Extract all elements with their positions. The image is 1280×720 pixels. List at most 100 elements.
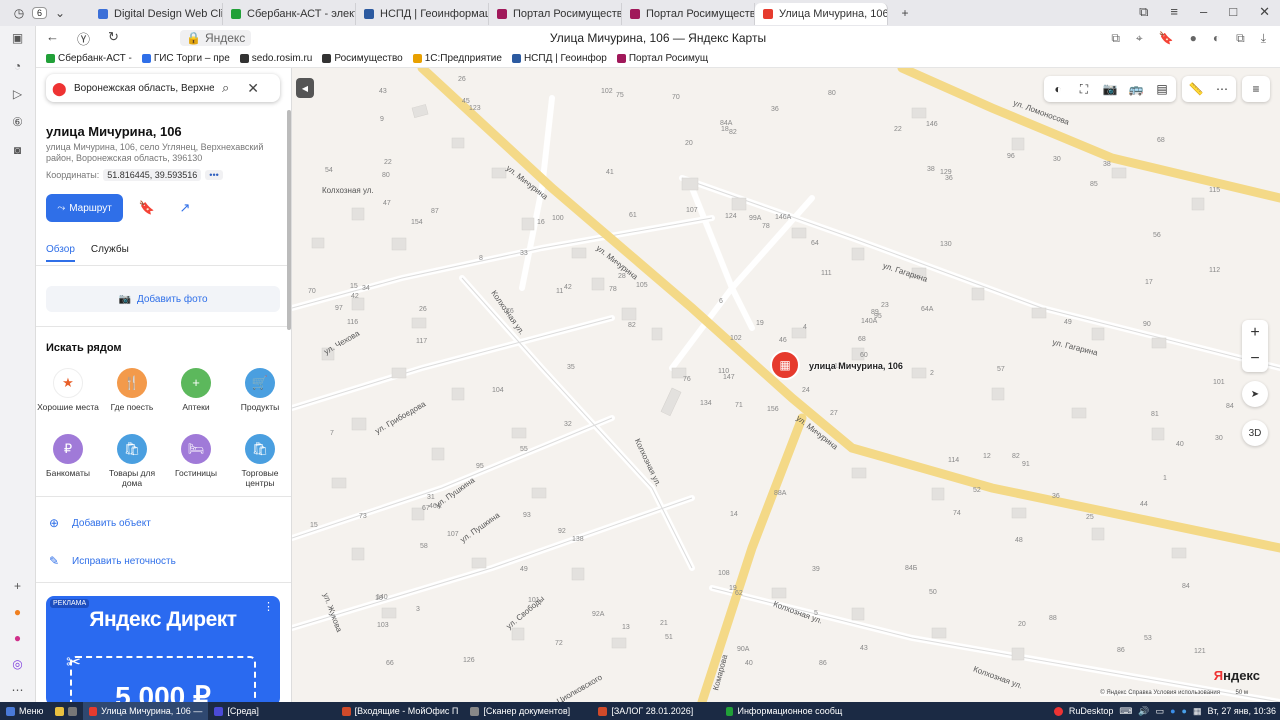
my-location-button[interactable]: ➤ (1242, 381, 1268, 407)
browser-tab[interactable]: Портал Росимущества (489, 3, 622, 25)
hamburger-menu-icon[interactable]: ≡ (1248, 82, 1264, 96)
bookmark-item[interactable]: 1С:Предприятие (412, 53, 502, 64)
bookmark-item[interactable]: Сбербанк-АСТ - (46, 53, 132, 64)
browser-tab[interactable]: НСПД | Геоинформацион (356, 3, 489, 25)
share-icon[interactable]: ⧉ (1236, 31, 1245, 46)
fix-error-link[interactable]: ✎ Исправить неточность (46, 554, 176, 568)
reload-icon[interactable]: ↻ (108, 29, 119, 48)
bookmark-item[interactable]: НСПД | Геоинфор (511, 53, 607, 64)
menu-icon[interactable]: ≡ (1170, 4, 1178, 20)
map-copyright[interactable]: © Яндекс Справка Условия использования (1100, 690, 1220, 696)
nearby-category[interactable]: 🛏 Гостиницы (164, 434, 228, 478)
tab-services[interactable]: Службы (91, 244, 129, 262)
play-icon[interactable]: ▷ (10, 86, 26, 102)
folder-icon[interactable] (55, 706, 65, 716)
zoom-in-button[interactable]: + (1242, 320, 1268, 346)
place-marker[interactable]: ▦ (770, 350, 800, 384)
browser-tab[interactable]: Digital Design Web Client (90, 3, 223, 25)
domain-chip[interactable]: 🔒 Яндекс (180, 30, 252, 46)
close-window-icon[interactable]: ✕ (1259, 4, 1270, 20)
close-icon[interactable]: ✕ (247, 80, 259, 97)
transport-icon[interactable]: 🚌 (1128, 82, 1144, 96)
volume-icon[interactable]: 🔊 (1138, 706, 1149, 717)
share-button[interactable]: ↗ (171, 194, 199, 222)
history-icon[interactable]: ◷ (12, 6, 26, 20)
chevron-down-icon[interactable]: ⌄ (53, 6, 67, 20)
nearby-category[interactable]: 🍴 Где поесть (100, 368, 164, 412)
photo-icon[interactable]: 📷 (1102, 82, 1118, 96)
collapse-panel-button[interactable]: ◀ (296, 78, 314, 98)
messenger-icon[interactable]: ● (10, 630, 26, 646)
yandex-y-icon[interactable]: Ⓨ (77, 29, 90, 48)
profile-icon[interactable]: ◐ (1213, 31, 1220, 46)
search-icon[interactable]: ⌕ (222, 80, 229, 96)
yandex-browser-icon[interactable] (68, 706, 78, 716)
camera-icon[interactable]: ◙ (10, 142, 26, 158)
more-dots-icon[interactable]: ⋯ (1214, 82, 1230, 96)
tab-count-badge[interactable]: 6 (32, 7, 48, 19)
coordinates-value[interactable]: 51.816445, 39.593516 (103, 169, 202, 181)
panorama-icon[interactable]: ⛶ (1076, 82, 1092, 97)
taskbar-window[interactable]: Информационное сообщ (720, 702, 848, 720)
rudesktop-label[interactable]: RuDesktop (1069, 706, 1114, 716)
coordinates-more-button[interactable]: ••• (205, 170, 223, 180)
bookmark-icon[interactable]: 🔖 (1159, 31, 1174, 46)
history-clock-icon[interactable]: ◔ (10, 58, 26, 74)
nearby-category[interactable]: 🛍 Товары для дома (100, 434, 164, 488)
translate-icon[interactable]: ⧉ (1111, 31, 1120, 46)
tab-overview[interactable]: Обзор (46, 244, 75, 262)
browser-tab[interactable]: Сбербанк-АСТ - электрон (223, 3, 356, 25)
bookmark-item[interactable]: Портал Росимущ (616, 53, 708, 64)
browser-tab[interactable]: Улица Мичурина, 106✕ (755, 3, 888, 25)
nearby-category[interactable]: ★ Хорошие места (36, 368, 100, 412)
back-icon[interactable]: ← (46, 29, 59, 48)
add-panel-icon[interactable]: + (10, 578, 26, 594)
clipboard-icon[interactable]: ▭ (1156, 706, 1165, 717)
location-icon[interactable]: ⌖ (1136, 31, 1143, 46)
skype-icon[interactable]: ● (1170, 706, 1175, 716)
clock[interactable]: Вт, 27 янв, 10:36 (1208, 706, 1277, 716)
route-button[interactable]: ⤳ Маршрут (46, 194, 123, 222)
download-icon[interactable]: ⤓ (1261, 31, 1266, 46)
zoom-out-button[interactable]: − (1242, 346, 1268, 372)
taskbar-window[interactable]: [Среда] (208, 702, 336, 720)
six-badge-icon[interactable]: ⑥ (10, 114, 26, 130)
rudesktop-icon[interactable] (1053, 706, 1063, 716)
nearby-category[interactable]: 🛍 Торговые центры (228, 434, 291, 488)
bookmark-item[interactable]: sedo.rosim.ru (239, 53, 312, 64)
mail-icon[interactable]: ● (10, 604, 26, 620)
hp-icon[interactable]: ● (1182, 706, 1187, 716)
taskbar-window[interactable]: [Входящие - МойОфис П (336, 702, 464, 720)
maximize-icon[interactable]: □ (1229, 4, 1237, 20)
nearby-category[interactable]: + Аптеки (164, 368, 228, 412)
add-object-link[interactable]: ⊕ Добавить объект (46, 516, 151, 530)
add-photo-button[interactable]: 📷 Добавить фото (46, 286, 280, 312)
map-canvas[interactable]: 156 154 147 140 140А 138 146 146А 129 125 123 121 11… (292, 68, 1280, 702)
layers-icon[interactable]: ◐ (1050, 82, 1066, 96)
bookmark-item[interactable]: ГИС Торги – пре (141, 53, 230, 64)
network-icon[interactable]: ▦ (1193, 706, 1202, 717)
traffic-icon[interactable]: ▤ (1154, 82, 1170, 96)
keyboard-icon[interactable]: ⌨ (1119, 706, 1132, 717)
browser-tab[interactable]: Портал Росимущества (622, 3, 755, 25)
new-tab-plus-icon[interactable]: + (898, 6, 912, 20)
extension-icon[interactable]: ● (1190, 31, 1197, 46)
save-bookmark-button[interactable]: 🔖 (133, 194, 161, 222)
taskbar-window[interactable]: Улица Мичурина, 106 — (83, 702, 209, 720)
search-input[interactable] (74, 82, 214, 94)
more-icon[interactable]: ⋯ (10, 682, 26, 698)
panel-scrollbar[interactable] (287, 110, 291, 330)
bookmark-item[interactable]: Росимущество (322, 53, 403, 64)
alice-icon[interactable]: ◎ (10, 656, 26, 672)
nearby-category[interactable]: 🛒 Продукты (228, 368, 291, 412)
start-menu-button[interactable]: Меню (0, 702, 49, 720)
minimize-icon[interactable]: – (1200, 4, 1207, 20)
3d-button[interactable]: 3D (1242, 420, 1268, 446)
taskbar-window[interactable]: [ЗАЛОГ 28.01.2026] (592, 702, 720, 720)
bookmarks-icon[interactable]: ⧉ (1139, 4, 1148, 20)
ad-banner[interactable]: РЕКЛАМА ⋮ Яндекс Директ ✂ 5 000 ₽ (46, 596, 280, 702)
ruler-icon[interactable]: 📏 (1188, 82, 1204, 96)
taskbar-window[interactable]: [Сканер документов] (464, 702, 592, 720)
collections-icon[interactable]: ▣ (10, 30, 26, 46)
nearby-category[interactable]: ₽ Банкоматы (36, 434, 100, 478)
